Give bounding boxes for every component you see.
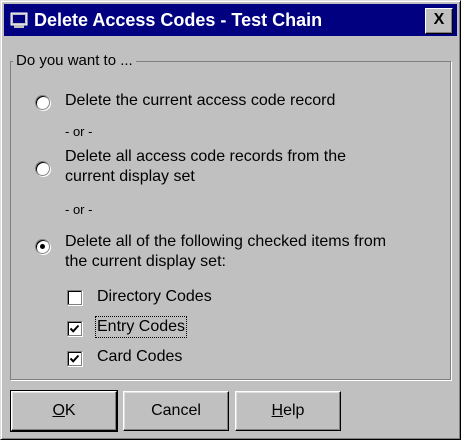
checkmark-icon	[69, 354, 80, 363]
or-separator: - or -	[65, 124, 93, 139]
help-button-mnemonic: H	[271, 402, 284, 419]
cancel-button-label: Cancel	[151, 402, 201, 419]
radio-delete-checked-label-line1[interactable]: Delete all of the following checked item…	[65, 232, 386, 252]
checkbox-card-codes-label[interactable]: Card Codes	[97, 347, 182, 367]
radio-selected-dot	[40, 244, 45, 249]
ok-button-mnemonic: O	[52, 402, 65, 419]
checkbox-directory-codes-label[interactable]: Directory Codes	[97, 287, 212, 307]
delete-access-codes-dialog: Delete Access Codes - Test Chain X Do yo…	[0, 0, 461, 440]
radio-delete-checked[interactable]	[35, 239, 50, 254]
app-icon	[10, 12, 28, 28]
group-legend: Do you want to ...	[13, 52, 136, 70]
checkbox-entry-codes-label[interactable]: Entry Codes	[94, 316, 188, 338]
cancel-button[interactable]: Cancel	[123, 391, 229, 431]
checkbox-card-codes[interactable]	[67, 351, 82, 366]
radio-delete-all[interactable]	[35, 161, 50, 176]
radio-delete-all-label-line1[interactable]: Delete all access code records from the	[65, 147, 346, 167]
checkbox-entry-codes[interactable]	[67, 321, 82, 336]
radio-delete-current-label[interactable]: Delete the current access code record	[65, 91, 335, 111]
radio-delete-current[interactable]	[35, 95, 50, 110]
close-button[interactable]: X	[425, 8, 453, 34]
close-icon: X	[433, 11, 445, 28]
or-separator: - or -	[65, 202, 93, 217]
checkmark-icon	[69, 324, 80, 333]
help-button[interactable]: Help	[235, 391, 341, 431]
ok-button[interactable]: OK	[10, 390, 118, 432]
title-bar[interactable]: Delete Access Codes - Test Chain X	[4, 4, 457, 36]
checkbox-directory-codes[interactable]	[67, 290, 82, 305]
help-button-label: elp	[283, 402, 305, 419]
radio-delete-checked-label-line2[interactable]: the current display set:	[65, 252, 226, 272]
radio-delete-all-label-line2[interactable]: current display set	[65, 167, 195, 187]
window-title: Delete Access Codes - Test Chain	[34, 10, 323, 30]
ok-button-label: K	[64, 402, 76, 419]
